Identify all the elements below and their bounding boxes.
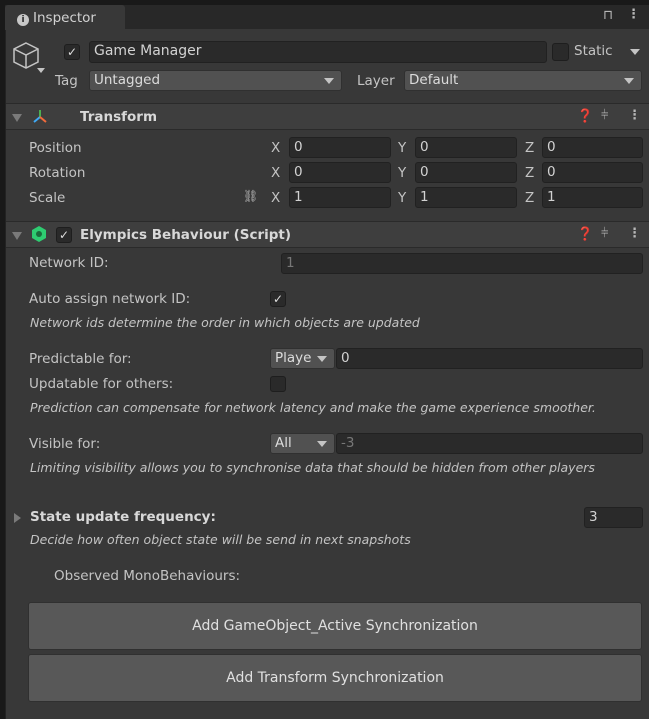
tab-inspector[interactable]: i Inspector bbox=[5, 5, 125, 30]
axis-label-z[interactable]: Z bbox=[525, 165, 534, 181]
help-icon[interactable]: ❓ bbox=[577, 109, 593, 124]
transform-x-input[interactable]: 0 bbox=[289, 162, 391, 183]
layer-dropdown[interactable]: Default bbox=[404, 70, 642, 91]
script-enabled-checkbox[interactable]: ✓ bbox=[56, 227, 72, 243]
transform-icon bbox=[33, 110, 47, 123]
tag-label: Tag bbox=[55, 73, 78, 89]
help-icon[interactable]: ❓ bbox=[577, 227, 593, 242]
foldout-arrow-icon[interactable] bbox=[14, 513, 21, 523]
auto-assign-checkbox[interactable]: ✓ bbox=[270, 291, 286, 307]
elympics-icon bbox=[32, 226, 46, 242]
predictable-label: Predictable for: bbox=[29, 351, 132, 367]
component-menu-icon[interactable]: ⋮ bbox=[628, 108, 641, 123]
transform-row-label: Position bbox=[29, 140, 82, 156]
axis-label-z[interactable]: Z bbox=[525, 140, 534, 156]
visible-value-field: -3 bbox=[336, 433, 643, 454]
presets-icon[interactable]: ⫩ bbox=[601, 108, 608, 123]
tag-dropdown[interactable]: Untagged bbox=[89, 70, 342, 91]
predictable-dropdown[interactable]: Playe bbox=[270, 348, 335, 369]
auto-assign-label: Auto assign network ID: bbox=[29, 291, 191, 307]
help-text-prediction: Prediction can compensate for network la… bbox=[30, 400, 596, 415]
updatable-label: Updatable for others: bbox=[29, 376, 174, 392]
network-id-field: 1 bbox=[281, 253, 643, 274]
transform-row-label: Rotation bbox=[29, 165, 86, 181]
observed-label: Observed MonoBehaviours: bbox=[54, 568, 241, 584]
static-dropdown-icon[interactable] bbox=[630, 49, 640, 55]
state-freq-input[interactable]: 3 bbox=[584, 507, 643, 528]
lock-icon[interactable]: ⊓ bbox=[603, 8, 613, 23]
static-label: Static bbox=[574, 43, 613, 59]
axis-label-y[interactable]: Y bbox=[398, 165, 406, 181]
transform-x-input[interactable]: 0 bbox=[289, 137, 391, 158]
axis-label-x[interactable]: X bbox=[271, 190, 280, 206]
axis-label-x[interactable]: X bbox=[271, 140, 280, 156]
transform-title: Transform bbox=[80, 109, 158, 125]
kebab-menu-icon[interactable]: ⋮ bbox=[627, 7, 640, 22]
help-text-state-freq: Decide how often object state will be se… bbox=[30, 532, 411, 547]
transform-z-input[interactable]: 1 bbox=[542, 187, 643, 208]
transform-y-input[interactable]: 1 bbox=[415, 187, 517, 208]
updatable-checkbox[interactable] bbox=[270, 376, 286, 392]
foldout-arrow-icon[interactable] bbox=[12, 114, 22, 122]
transform-z-input[interactable]: 0 bbox=[542, 162, 643, 183]
layer-label: Layer bbox=[357, 73, 395, 89]
foldout-arrow-icon[interactable] bbox=[12, 232, 22, 240]
component-menu-icon[interactable]: ⋮ bbox=[628, 226, 641, 241]
static-checkbox[interactable] bbox=[552, 43, 569, 61]
icon-dropdown-arrow[interactable] bbox=[37, 68, 45, 73]
visible-label: Visible for: bbox=[29, 436, 101, 452]
axis-label-x[interactable]: X bbox=[271, 165, 280, 181]
add-active-sync-button[interactable]: Add GameObject_Active Synchronization bbox=[28, 602, 642, 650]
help-text-visibility: Limiting visibility allows you to synchr… bbox=[30, 460, 595, 475]
state-freq-label[interactable]: State update frequency: bbox=[30, 509, 216, 525]
axis-label-z[interactable]: Z bbox=[525, 190, 534, 206]
tab-title: Inspector bbox=[33, 10, 96, 26]
axis-label-y[interactable]: Y bbox=[398, 140, 406, 156]
object-name-input[interactable]: Game Manager bbox=[89, 41, 547, 63]
axis-label-y[interactable]: Y bbox=[398, 190, 406, 206]
transform-x-input[interactable]: 1 bbox=[289, 187, 391, 208]
transform-z-input[interactable]: 0 bbox=[542, 137, 643, 158]
network-id-label: Network ID: bbox=[29, 255, 109, 271]
active-checkbox[interactable]: ✓ bbox=[64, 44, 80, 60]
elympics-title: Elympics Behaviour (Script) bbox=[80, 227, 292, 243]
constrain-proportions-icon[interactable]: ⛓ bbox=[243, 189, 258, 203]
visible-dropdown[interactable]: All bbox=[270, 433, 335, 454]
help-text-network-ids: Network ids determine the order in which… bbox=[30, 315, 420, 330]
add-transform-sync-button[interactable]: Add Transform Synchronization bbox=[28, 654, 642, 702]
info-icon: i bbox=[17, 14, 29, 26]
transform-row-label: Scale bbox=[29, 190, 66, 206]
predictable-value-input[interactable]: 0 bbox=[336, 348, 643, 369]
transform-y-input[interactable]: 0 bbox=[415, 162, 517, 183]
presets-icon[interactable]: ⫩ bbox=[601, 226, 608, 241]
transform-y-input[interactable]: 0 bbox=[415, 137, 517, 158]
